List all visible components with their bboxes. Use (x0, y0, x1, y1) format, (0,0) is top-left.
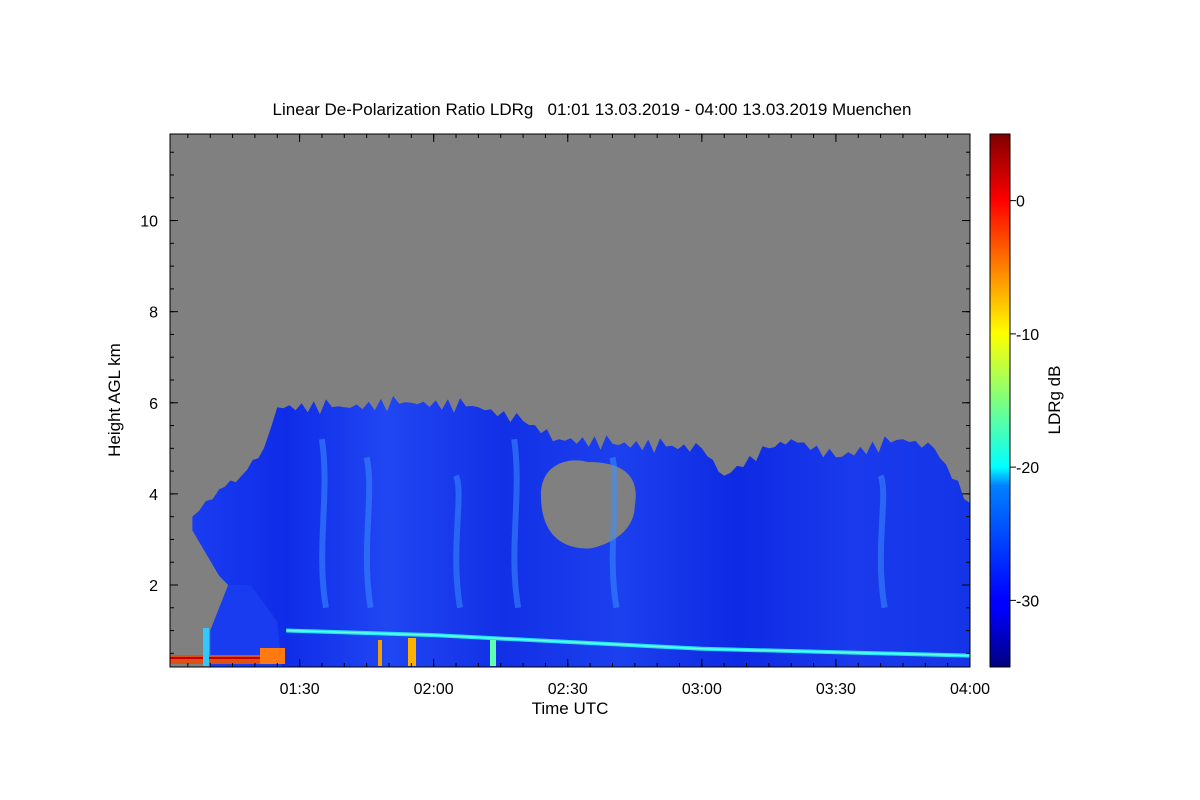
precip-column-4 (490, 640, 496, 666)
ldr-chart: Linear De-Polarization Ratio LDRg 01:01 … (105, 100, 1064, 718)
colorbar-ticks: 0 -10 -20 -30 (1010, 194, 1039, 610)
colorbar-tick-label: -20 (1016, 460, 1039, 477)
colorbar-tick-label: -30 (1016, 593, 1039, 610)
y-tick-label: 2 (149, 578, 158, 595)
near-surface-orange (260, 648, 285, 664)
x-axis-label: Time UTC (532, 699, 609, 718)
y-tick-label: 6 (149, 396, 158, 413)
precip-column-1 (203, 628, 209, 666)
colorbar: 0 -10 -20 -30 LDRg dB (989, 133, 1064, 668)
x-tick-label: 04:00 (950, 681, 990, 698)
x-tick-label: 02:00 (414, 681, 454, 698)
precip-column-3 (408, 638, 416, 666)
colorbar-tick-label: 0 (1016, 194, 1025, 211)
x-tick-label: 01:30 (280, 681, 320, 698)
colorbar-tick-label: -10 (1016, 327, 1039, 344)
plot-area (170, 134, 970, 667)
y-axis-label: Height AGL km (105, 343, 124, 457)
colorbar-label: LDRg dB (1045, 366, 1064, 435)
colorbar-ramp (989, 133, 1011, 668)
x-tick-label: 03:30 (816, 681, 856, 698)
precip-column-2 (378, 640, 382, 666)
x-tick-label: 02:30 (548, 681, 588, 698)
y-tick-label: 4 (149, 487, 158, 504)
x-tick-label: 03:00 (682, 681, 722, 698)
y-tick-label: 10 (140, 214, 158, 231)
chart-title: Linear De-Polarization Ratio LDRg 01:01 … (273, 100, 912, 119)
y-tick-label: 8 (149, 305, 158, 322)
